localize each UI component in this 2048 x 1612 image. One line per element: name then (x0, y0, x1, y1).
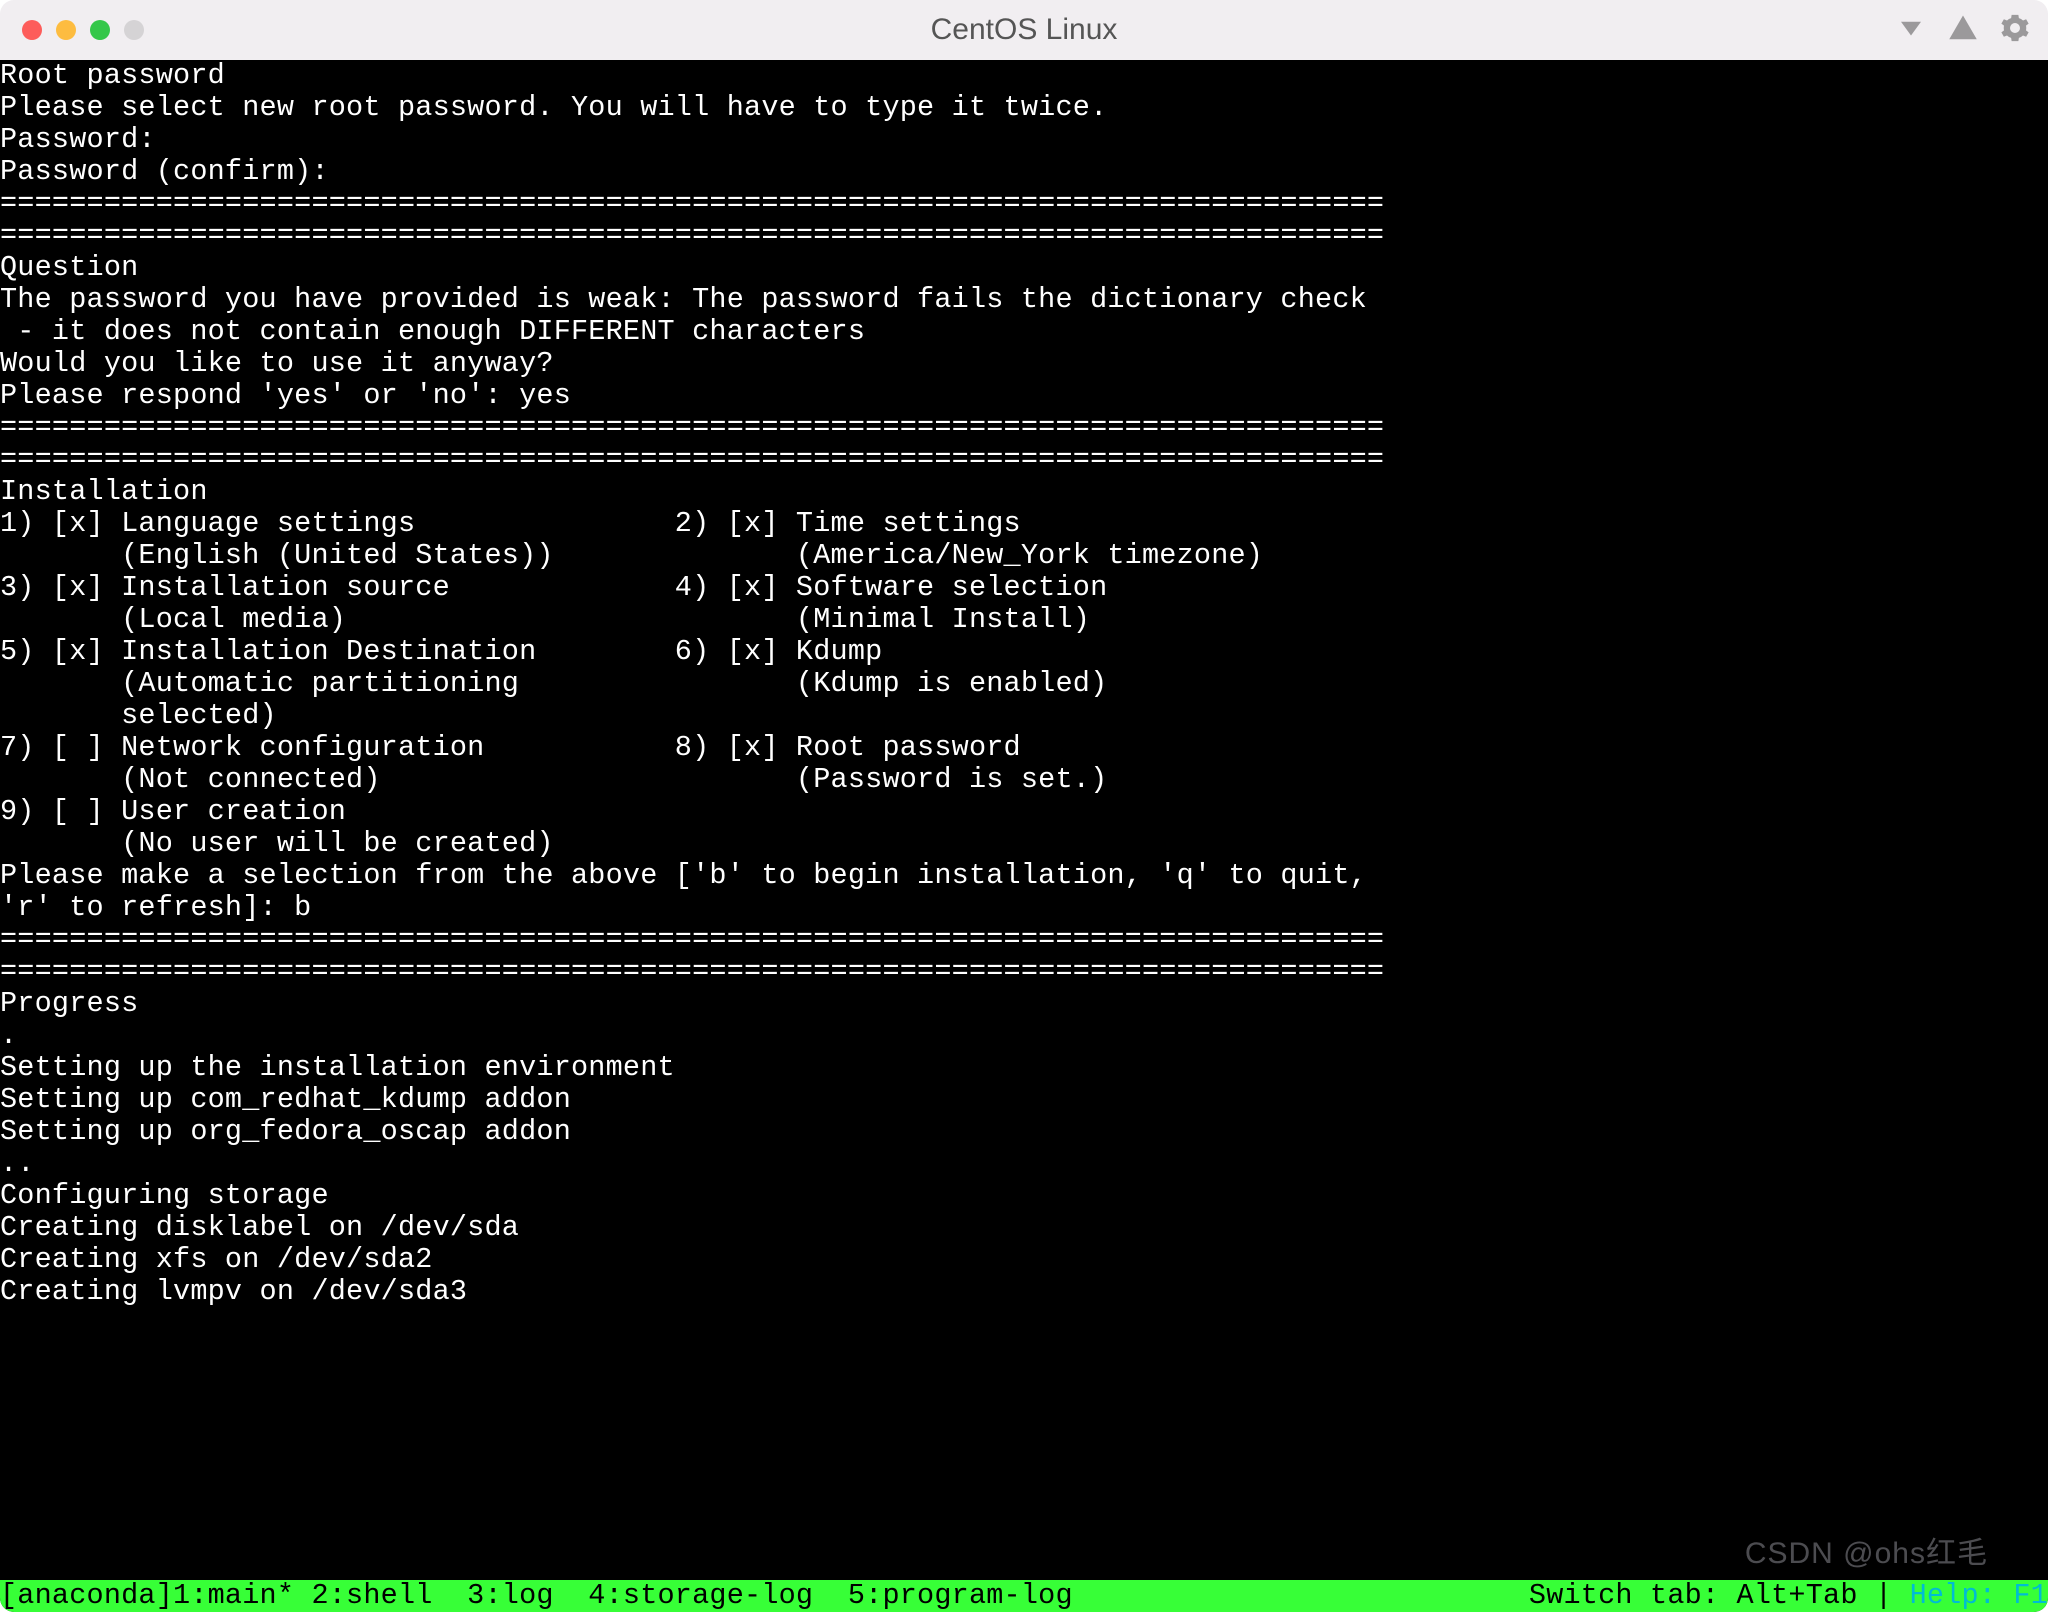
tmux-statusbar: [anaconda]1:main* 2:shell 3:log 4:storag… (0, 1580, 2048, 1612)
term-line: - it does not contain enough DIFFERENT c… (0, 316, 2048, 348)
selection-prompt: 'r' to refresh]: b (0, 892, 2048, 924)
triangle-down-icon[interactable] (1896, 13, 1926, 48)
section-header: Installation (0, 476, 2048, 508)
menu-item-detail: (Not connected) (Password is set.) (0, 764, 2048, 796)
statusbar-help: Help: F1 (1910, 1580, 2048, 1612)
yes-no-prompt: Please respond 'yes' or 'no': yes (0, 380, 2048, 412)
progress-line: Setting up com_redhat_kdump addon (0, 1084, 2048, 1116)
term-line: Please select new root password. You wil… (0, 92, 2048, 124)
watermark: CSDN @ohs红毛 (1745, 1538, 1988, 1570)
section-header: Progress (0, 988, 2048, 1020)
menu-item: 7) [ ] Network configuration 8) [x] Root… (0, 732, 2048, 764)
menu-item-detail: (Automatic partitioning (Kdump is enable… (0, 668, 2048, 700)
separator: ========================================… (0, 924, 2048, 956)
statusbar-hint: Switch tab: Alt+Tab | (1529, 1580, 1910, 1612)
menu-item-detail: (English (United States)) (America/New_Y… (0, 540, 2048, 572)
separator: ========================================… (0, 412, 2048, 444)
menu-item-detail: (No user will be created) (0, 828, 2048, 860)
progress-line: Setting up the installation environment (0, 1052, 2048, 1084)
progress-line: .. (0, 1148, 2048, 1180)
titlebar-right (1896, 13, 2030, 48)
window-title: CentOS Linux (931, 13, 1118, 47)
progress-line: Creating xfs on /dev/sda2 (0, 1244, 2048, 1276)
separator: ========================================… (0, 956, 2048, 988)
menu-item: 5) [x] Installation Destination 6) [x] K… (0, 636, 2048, 668)
gear-icon[interactable] (2000, 13, 2030, 48)
close-icon[interactable] (22, 20, 42, 40)
separator: ========================================… (0, 444, 2048, 476)
minimize-icon[interactable] (56, 20, 76, 40)
statusbar-left: [anaconda]1:main* 2:shell 3:log 4:storag… (0, 1580, 1073, 1612)
progress-line: Creating disklabel on /dev/sda (0, 1212, 2048, 1244)
vm-window: CentOS Linux Root password Please select… (0, 0, 2048, 1612)
traffic-lights (22, 20, 144, 40)
titlebar: CentOS Linux (0, 0, 2048, 60)
term-line: The password you have provided is weak: … (0, 284, 2048, 316)
statusbar-right: Switch tab: Alt+Tab | Help: F1 (1529, 1580, 2048, 1612)
separator: ========================================… (0, 220, 2048, 252)
separator: ========================================… (0, 188, 2048, 220)
warning-icon[interactable] (1948, 13, 1978, 48)
terminal[interactable]: Root password Please select new root pas… (0, 60, 2048, 1612)
progress-line: Creating lvmpv on /dev/sda3 (0, 1276, 2048, 1308)
menu-item: 1) [x] Language settings 2) [x] Time set… (0, 508, 2048, 540)
password-prompt: Password: (0, 124, 2048, 156)
section-header: Question (0, 252, 2048, 284)
grey-dot-icon (124, 20, 144, 40)
term-line: Would you like to use it anyway? (0, 348, 2048, 380)
zoom-icon[interactable] (90, 20, 110, 40)
selection-prompt: Please make a selection from the above [… (0, 860, 2048, 892)
menu-item: 9) [ ] User creation (0, 796, 2048, 828)
menu-item-detail: (Local media) (Minimal Install) (0, 604, 2048, 636)
progress-line: Setting up org_fedora_oscap addon (0, 1116, 2048, 1148)
term-line: Root password (0, 60, 2048, 92)
progress-line: Configuring storage (0, 1180, 2048, 1212)
password-confirm-prompt: Password (confirm): (0, 156, 2048, 188)
menu-item: 3) [x] Installation source 4) [x] Softwa… (0, 572, 2048, 604)
progress-line: . (0, 1020, 2048, 1052)
menu-item-detail: selected) (0, 700, 2048, 732)
